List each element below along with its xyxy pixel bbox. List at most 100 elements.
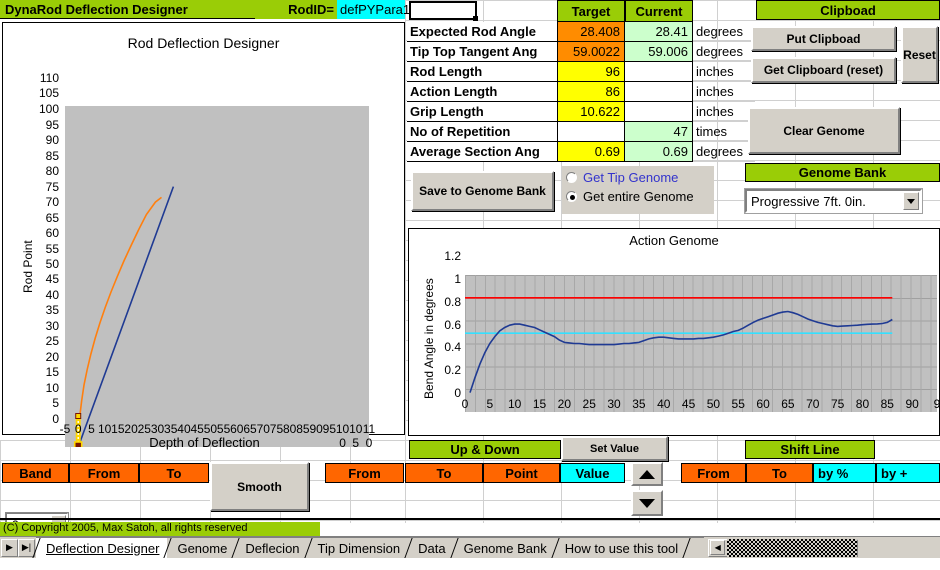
value-increment-button[interactable]: [631, 462, 663, 486]
status-bar: [0, 558, 940, 570]
table-cell-unit: inches: [693, 82, 755, 102]
tab-nav-buttons: ▶ ▶|: [0, 537, 36, 558]
action-genome-chart: Action Genome Bend Angle in degrees 1.2 …: [408, 228, 940, 436]
table-cell-current: 59.006: [625, 42, 693, 62]
rodid-label: RodID=: [255, 0, 337, 19]
sheet-tab-tip-dimension[interactable]: Tip Dimension: [303, 537, 409, 558]
table-cell-unit: degrees: [693, 42, 755, 62]
genome-bank-title: Genome Bank: [745, 163, 940, 182]
table-row-label: Action Length: [407, 82, 557, 102]
shift-line-title: Shift Line: [745, 440, 875, 459]
table-header-current: Current: [625, 0, 693, 22]
table-cell-current: [625, 62, 693, 82]
tab-nav-last-icon[interactable]: ▶|: [18, 538, 35, 557]
updown-from-column-header: From: [325, 463, 404, 483]
value-decrement-button[interactable]: [631, 490, 663, 516]
table-cell-target[interactable]: 0.69: [557, 142, 625, 162]
action-genome-chart-title: Action Genome: [629, 233, 719, 248]
radio-get-entire-genome[interactable]: Get entire Genome: [566, 187, 710, 206]
rodid-value[interactable]: defPYPara17: [337, 0, 417, 19]
sheet-tab-deflection-designer[interactable]: Deflection Designer: [32, 537, 168, 558]
table-cell-current: 47: [625, 122, 693, 142]
sheet-tab-data[interactable]: Data: [404, 537, 454, 558]
table-row-label: No of Repetition: [407, 122, 557, 142]
table-row-label: Tip Top Tangent Ang: [407, 42, 557, 62]
radio-get-entire-genome-label: Get entire Genome: [583, 189, 694, 204]
tab-nav-next-icon[interactable]: ▶: [1, 538, 18, 557]
table-row-label: Rod Length: [407, 62, 557, 82]
table-cell-target[interactable]: 96: [557, 62, 625, 82]
rod-deflection-chart: Rod Deflection Designer Rod Point 110 10…: [2, 22, 405, 450]
sheet-tab-label: How to use this tool: [564, 540, 679, 556]
app-window: DynaRod Deflection Designer RodID= defPY…: [0, 0, 940, 570]
table-cell-current: [625, 102, 693, 122]
chevron-down-icon[interactable]: [903, 192, 919, 210]
selected-cell[interactable]: [409, 1, 478, 21]
set-value-button[interactable]: Set Value: [561, 436, 668, 461]
sheet-tab-genome-bank[interactable]: Genome Bank: [449, 537, 555, 558]
sheet-tab-label: Genome Bank: [463, 540, 547, 556]
table-cell-target[interactable]: 59.0022: [557, 42, 625, 62]
table-cell-unit: degrees: [693, 22, 755, 42]
sheet-tab-label: Genome: [177, 540, 228, 556]
rod-deflection-plot-area: [65, 106, 369, 447]
clear-genome-button[interactable]: Clear Genome: [748, 107, 900, 154]
horizontal-scrollbar[interactable]: ◀: [708, 538, 859, 557]
radio-selected-icon: [566, 191, 577, 202]
updown-value-column-header: Value: [560, 463, 625, 483]
updown-point-column-header: Point: [483, 463, 560, 483]
genome-bank-selected-value: Progressive 7ft. 0in.: [751, 193, 866, 209]
get-clipboard-button[interactable]: Get Clipboard (reset): [751, 57, 896, 83]
up-and-down-title: Up & Down: [409, 440, 561, 459]
table-cell-target[interactable]: 10.622: [557, 102, 625, 122]
updown-to-column-header: To: [405, 463, 483, 483]
band-to-column-header: To: [139, 463, 209, 483]
band-from-column-header: From: [69, 463, 139, 483]
table-cell-target[interactable]: 28.408: [557, 22, 625, 42]
shift-to-column-header: To: [746, 463, 813, 483]
table-row-label: Grip Length: [407, 102, 557, 122]
rod-deflection-svg: [73, 186, 175, 447]
shift-from-column-header: From: [681, 463, 746, 483]
sheet-tab-deflecion[interactable]: Deflecion: [231, 537, 308, 558]
sheet-tab-bar: ▶ ▶| Deflection Designer Genome Deflecio…: [0, 536, 940, 558]
smooth-button[interactable]: Smooth: [210, 462, 309, 511]
rod-deflection-x-axis-label: Depth of Deflection: [149, 435, 260, 450]
radio-get-tip-genome[interactable]: Get Tip Genome: [566, 168, 710, 187]
sheet-tab-genome[interactable]: Genome: [163, 537, 236, 558]
radio-get-tip-genome-label: Get Tip Genome: [583, 170, 679, 185]
sheet-tab-label: Data: [418, 540, 446, 556]
rod-deflection-y-ticks: 110 105 100 95 90 85 80 75 70 65 60 55 5…: [38, 71, 59, 426]
action-genome-x-ticks: 0 5 10 15 20 25 30 35 40 45 50 55 60 65 …: [461, 397, 940, 411]
triangle-up-icon: [639, 469, 655, 479]
shift-by-plus-column-header: by +: [876, 463, 940, 483]
table-cell-unit: inches: [693, 102, 755, 122]
sheet-tab-label: Deflecion: [245, 540, 300, 556]
scrollbar-track[interactable]: [727, 538, 858, 557]
radio-unselected-icon: [566, 172, 577, 183]
reset-button[interactable]: Reset: [901, 26, 938, 83]
table-row-label: Expected Rod Angle: [407, 22, 557, 42]
table-cell-target[interactable]: [557, 122, 625, 142]
genome-scope-radio-group: Get Tip Genome Get entire Genome: [562, 166, 714, 214]
copyright-notice: (C) Copyright 2005, Max Satoh, all right…: [0, 522, 320, 536]
table-cell-current: [625, 82, 693, 102]
table-cell-current: 0.69: [625, 142, 693, 162]
put-clipboard-button[interactable]: Put Clipboad: [751, 26, 896, 51]
table-cell-unit: inches: [693, 62, 755, 82]
sheet-tab-how-to-use-this-tool[interactable]: How to use this tool: [551, 537, 687, 558]
save-to-genome-bank-button[interactable]: Save to Genome Bank: [411, 171, 554, 211]
triangle-down-icon: [639, 498, 655, 508]
panel-bottom-divider: [0, 518, 940, 520]
table-header-target: Target: [557, 0, 625, 22]
table-cell-unit: degrees: [693, 142, 755, 162]
genome-bank-select[interactable]: Progressive 7ft. 0in.: [744, 188, 923, 214]
shift-by-pct-column-header: by %: [813, 463, 876, 483]
table-cell-target[interactable]: 86: [557, 82, 625, 102]
scroll-left-icon[interactable]: ◀: [710, 540, 726, 555]
table-cell-unit: times: [693, 122, 755, 142]
rod-deflection-chart-title: Rod Deflection Designer: [127, 35, 280, 51]
action-genome-plot-area: [465, 275, 937, 412]
sheet-tab-end-separator: [682, 537, 705, 558]
table-cell-current: 28.41: [625, 22, 693, 42]
